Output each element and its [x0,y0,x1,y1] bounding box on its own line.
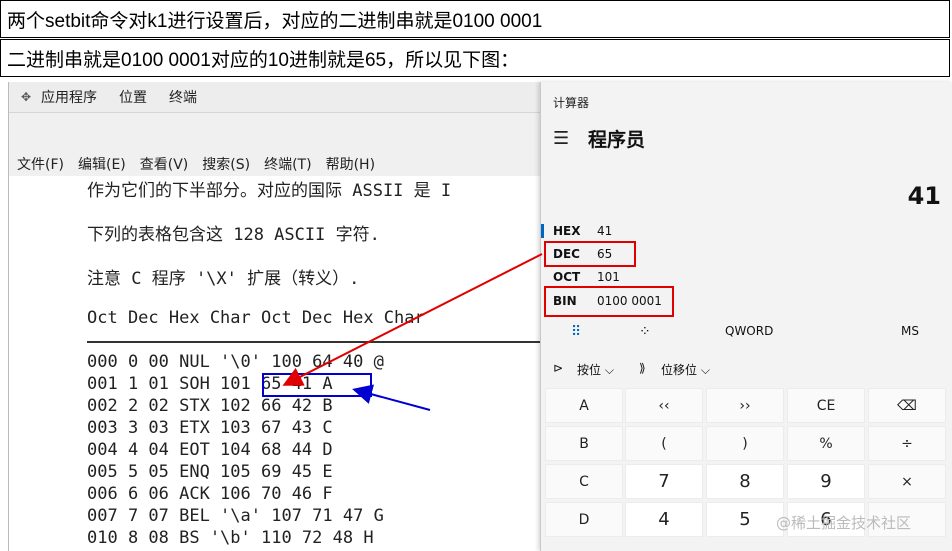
key-9[interactable]: 9 [787,464,865,499]
caption-line-1: 两个setbit命令对k1进行设置后，对应的二进制串就是0100 0001 [0,0,950,38]
terminal-line: 注意 C 程序 '\X' 扩展（转义）. [87,269,360,289]
watermark: @稀土掘金技术社区 [776,514,912,532]
radix-value: 41 [597,224,613,238]
table-header-rule [87,341,557,343]
menu-terminal[interactable]: 终端(T) [264,154,311,174]
bitwise-ops-row: ⊳ 按位 ⌵ ⟫ 位移位 ⌵ [541,354,952,382]
key-c[interactable]: C [545,464,623,499]
radix-label: HEX [553,224,581,238]
key-a[interactable]: A [545,388,623,423]
bitshift-dropdown[interactable]: 位移位 ⌵ [661,361,710,378]
calculator-mode-title: 程序员 [588,129,646,151]
ascii-a-highlight-box [262,373,372,397]
terminal-line: 005 5 05 ENQ 105 69 45 E [87,462,333,482]
key-open-paren[interactable]: ( [625,426,703,461]
menu-help[interactable]: 帮助(H) [326,154,375,174]
key-4[interactable]: 4 [625,502,703,537]
terminal-line: Oct Dec Hex Char Oct Dec Hex Char [87,308,425,328]
radix-value: 101 [597,270,620,284]
full-keypad-icon[interactable]: ⠿ [571,324,581,340]
key-left-shift[interactable]: ‹‹ [625,388,703,423]
desktop-top-bar: ✥ 应用程序 位置 终端 [9,82,549,113]
bin-highlight-box [544,286,674,317]
terminal-line: 010 8 08 BS '\b' 110 72 48 H [87,528,374,548]
keypad-tabs: ⠿ ⁘ QWORD MS [541,318,952,346]
key-percent[interactable]: % [787,426,865,461]
terminal-line: 007 7 07 BEL '\a' 107 71 47 G [87,506,384,526]
key-close-paren[interactable]: ) [706,426,784,461]
menu-view[interactable]: 查看(V) [140,154,189,174]
terminal-window: ✥ 应用程序 位置 终端 文件(F) 编辑(E) 查看(V) 搜索(S) 终端(… [8,82,557,551]
radix-label: OCT [553,270,581,284]
radix-oct[interactable]: OCT 101 [541,266,741,288]
key-5[interactable]: 5 [706,502,784,537]
hamburger-menu-icon[interactable]: ☰ [553,128,569,149]
menu-search[interactable]: 搜索(S) [202,154,250,174]
bitshift-icon: ⟫ [639,361,646,375]
terminal-line: 下列的表格包含这 128 ASCII 字符. [87,225,380,245]
bit-toggle-icon[interactable]: ⁘ [639,324,651,340]
terminal-line: 004 4 04 EOT 104 68 44 D [87,440,333,460]
key-8[interactable]: 8 [706,464,784,499]
key-d[interactable]: D [545,502,623,537]
terminal-line: 003 3 03 ETX 103 67 43 C [87,418,333,438]
divide-icon[interactable]: ÷ [868,426,946,461]
key-7[interactable]: 7 [625,464,703,499]
app-menu-icon[interactable]: ✥ [19,90,33,104]
menu-edit[interactable]: 编辑(E) [78,154,126,174]
dec-highlight-box [544,241,636,267]
menu-file[interactable]: 文件(F) [17,154,64,174]
terminal-line: 006 6 06 ACK 106 70 46 F [87,484,333,504]
word-size-button[interactable]: QWORD [725,324,773,338]
terminal-line: 000 0 00 NUL '\0' 100 64 40 @ [87,352,384,372]
bitwise-dropdown[interactable]: 按位 ⌵ [577,361,614,378]
backspace-icon[interactable]: ⌫ [868,388,946,423]
terminal-output[interactable]: 作为它们的下半部分。对应的国际 ASSII 是 I 下列的表格包含这 128 A… [9,176,557,551]
terminal-line: 作为它们的下半部分。对应的国际 ASSII 是 I [87,181,452,201]
key-clear-entry[interactable]: CE [787,388,865,423]
terminal-titlebar [9,113,549,152]
topbar-applications[interactable]: 应用程序 [41,87,97,107]
terminal-menubar: 文件(F) 编辑(E) 查看(V) 搜索(S) 终端(T) 帮助(H) [9,151,549,176]
calculator-title: 计算器 [553,96,590,110]
memory-store-button[interactable]: MS [901,324,919,338]
caption-line-2: 二进制串就是0100 0001对应的10进制就是65，所以见下图： [0,39,950,77]
multiply-icon[interactable]: × [868,464,946,499]
radix-hex[interactable]: HEX 41 [541,220,741,242]
terminal-line: 002 2 02 STX 102 66 42 B [87,396,333,416]
topbar-places[interactable]: 位置 [119,87,147,107]
calculator-display: 41 [907,182,941,210]
bitwise-icon: ⊳ [553,361,564,375]
topbar-terminal[interactable]: 终端 [169,87,197,107]
key-right-shift[interactable]: ›› [706,388,784,423]
key-b[interactable]: B [545,426,623,461]
